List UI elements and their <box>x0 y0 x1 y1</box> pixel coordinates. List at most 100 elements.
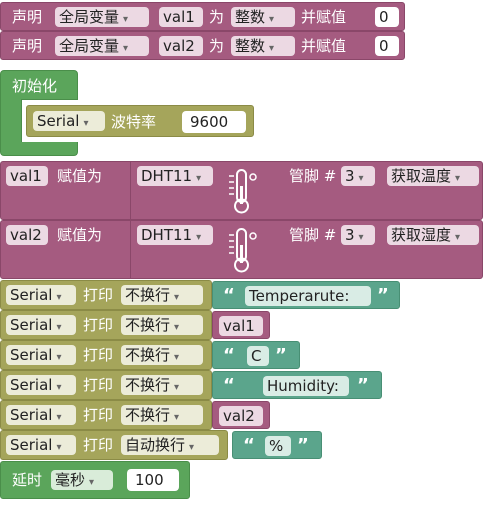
text-input[interactable]: Temperarute: <box>245 286 371 306</box>
serial-print-block[interactable]: Serial ▾ 打印 不换行 ▾ <box>0 400 212 430</box>
newline-mode-dropdown[interactable]: 不换行 ▾ <box>121 285 203 305</box>
text-literal-block[interactable]: “ Humidity: ” <box>212 371 382 399</box>
thermometer-icon <box>229 169 257 214</box>
assign-var-dropdown[interactable]: val2 <box>6 225 48 245</box>
pin-label: 管脚 # <box>289 167 337 185</box>
variable-dropdown[interactable]: val2 <box>219 406 263 426</box>
print-label: 打印 <box>83 286 114 304</box>
assign-label: 赋值为 <box>57 226 103 244</box>
declare-keyword: 声明 <box>12 37 43 55</box>
serial-port-dropdown[interactable]: Serial ▾ <box>6 405 76 425</box>
chevron-down-icon: ▾ <box>56 292 62 303</box>
value-field[interactable]: 0 <box>375 7 399 27</box>
close-quote-icon: ” <box>377 285 389 306</box>
sensor-dropdown[interactable]: DHT11 ▾ <box>137 225 213 245</box>
value-field[interactable]: 0 <box>375 36 399 56</box>
serial-port-dropdown[interactable]: Serial ▾ <box>6 285 76 305</box>
type-dropdown[interactable]: 整数 ▾ <box>231 7 295 27</box>
as-label: 为 <box>209 8 225 26</box>
serial-begin-block[interactable]: Serial ▾ 波特率 9600 <box>26 105 254 137</box>
serial-print-block[interactable]: Serial ▾ 打印 自动换行 ▾ <box>0 430 228 460</box>
var-name-field[interactable]: val1 <box>159 7 203 27</box>
thermometer-icon <box>229 228 257 273</box>
assign-block-val1[interactable]: val1 赋值为 <box>0 161 132 220</box>
delay-input[interactable]: 100 <box>127 469 179 491</box>
newline-mode-dropdown[interactable]: 不换行 ▾ <box>121 375 203 395</box>
chevron-down-icon: ▾ <box>269 43 275 54</box>
setup-label: 初始化 <box>12 77 58 95</box>
chevron-down-icon: ▾ <box>123 14 129 25</box>
open-quote-icon: “ <box>223 345 235 366</box>
chevron-down-icon: ▾ <box>56 352 62 363</box>
assign-block-val2[interactable]: val2 赋值为 <box>0 220 132 279</box>
delay-label: 延时 <box>12 471 43 489</box>
read-type-dropdown[interactable]: 获取湿度 ▾ <box>387 225 479 245</box>
scope-dropdown[interactable]: 全局变量 ▾ <box>55 7 149 27</box>
chevron-down-icon: ▾ <box>174 352 180 363</box>
chevron-down-icon: ▾ <box>174 412 180 423</box>
chevron-down-icon: ▾ <box>83 118 89 129</box>
dht-read-block-val1[interactable]: DHT11 ▾ 管脚 # 3 ▾ 获取温度 ▾ <box>130 161 483 220</box>
print-label: 打印 <box>83 406 114 424</box>
variable-block[interactable]: val1 <box>212 311 270 339</box>
assign-label: 并赋值 <box>301 8 347 26</box>
setup-block[interactable]: 初始化 <box>0 70 78 100</box>
setup-block-footer <box>0 142 78 156</box>
print-label: 打印 <box>83 376 114 394</box>
serial-port-dropdown[interactable]: Serial ▾ <box>6 375 76 395</box>
text-input[interactable]: Humidity: <box>263 376 349 396</box>
newline-mode-dropdown[interactable]: 不换行 ▾ <box>121 405 203 425</box>
newline-mode-dropdown[interactable]: 不换行 ▾ <box>121 315 203 335</box>
text-literal-block[interactable]: “ C ” <box>212 341 300 369</box>
text-literal-block[interactable]: “ % ” <box>232 431 322 459</box>
chevron-down-icon: ▾ <box>189 442 195 453</box>
chevron-down-icon: ▾ <box>174 382 180 393</box>
assign-var-dropdown[interactable]: val1 <box>6 166 48 186</box>
baud-input[interactable]: 9600 <box>182 111 246 133</box>
pin-label: 管脚 # <box>289 226 337 244</box>
variable-block[interactable]: val2 <box>212 401 270 429</box>
text-literal-block[interactable]: “ Temperarute: ” <box>212 281 400 309</box>
pin-dropdown[interactable]: 3 ▾ <box>341 225 375 245</box>
dht-read-block-val2[interactable]: DHT11 ▾ 管脚 # 3 ▾ 获取湿度 ▾ <box>130 220 483 279</box>
chevron-down-icon: ▾ <box>56 442 62 453</box>
chevron-down-icon: ▾ <box>358 173 364 184</box>
serial-port-dropdown[interactable]: Serial ▾ <box>6 315 76 335</box>
serial-print-block[interactable]: Serial ▾ 打印 不换行 ▾ <box>0 280 212 310</box>
serial-port-dropdown[interactable]: Serial ▾ <box>33 111 105 131</box>
newline-mode-dropdown[interactable]: 自动换行 ▾ <box>121 435 219 455</box>
type-dropdown[interactable]: 整数 ▾ <box>231 36 295 56</box>
delay-block[interactable]: 延时 毫秒 ▾ 100 <box>0 461 190 499</box>
declare-block-val2[interactable]: 声明 全局变量 ▾ val2 为 整数 ▾ 并赋值 0 <box>0 31 405 60</box>
open-quote-icon: “ <box>223 285 235 306</box>
serial-port-dropdown[interactable]: Serial ▾ <box>6 435 76 455</box>
chevron-down-icon: ▾ <box>455 173 461 184</box>
serial-print-block[interactable]: Serial ▾ 打印 不换行 ▾ <box>0 340 212 370</box>
print-label: 打印 <box>83 316 114 334</box>
var-name-field[interactable]: val2 <box>159 36 203 56</box>
variable-dropdown[interactable]: val1 <box>219 316 263 336</box>
serial-print-block[interactable]: Serial ▾ 打印 不换行 ▾ <box>0 370 212 400</box>
chevron-down-icon: ▾ <box>269 14 275 25</box>
open-quote-icon: “ <box>223 375 235 396</box>
newline-mode-dropdown[interactable]: 不换行 ▾ <box>121 345 203 365</box>
chevron-down-icon: ▾ <box>455 232 461 243</box>
text-input[interactable]: C <box>247 346 269 366</box>
assign-label: 并赋值 <box>301 37 347 55</box>
chevron-down-icon: ▾ <box>174 322 180 333</box>
delay-unit-dropdown[interactable]: 毫秒 ▾ <box>51 470 113 490</box>
as-label: 为 <box>209 37 225 55</box>
print-label: 打印 <box>83 436 114 454</box>
declare-block-val1[interactable]: 声明 全局变量 ▾ val1 为 整数 ▾ 并赋值 0 <box>0 2 405 31</box>
chevron-down-icon: ▾ <box>358 232 364 243</box>
text-input[interactable]: % <box>265 436 291 456</box>
serial-port-dropdown[interactable]: Serial ▾ <box>6 345 76 365</box>
sensor-dropdown[interactable]: DHT11 ▾ <box>137 166 213 186</box>
chevron-down-icon: ▾ <box>196 232 202 243</box>
chevron-down-icon: ▾ <box>89 477 95 488</box>
read-type-dropdown[interactable]: 获取温度 ▾ <box>387 166 479 186</box>
baud-label: 波特率 <box>111 113 157 131</box>
serial-print-block[interactable]: Serial ▾ 打印 不换行 ▾ <box>0 310 212 340</box>
pin-dropdown[interactable]: 3 ▾ <box>341 166 375 186</box>
scope-dropdown[interactable]: 全局变量 ▾ <box>55 36 149 56</box>
